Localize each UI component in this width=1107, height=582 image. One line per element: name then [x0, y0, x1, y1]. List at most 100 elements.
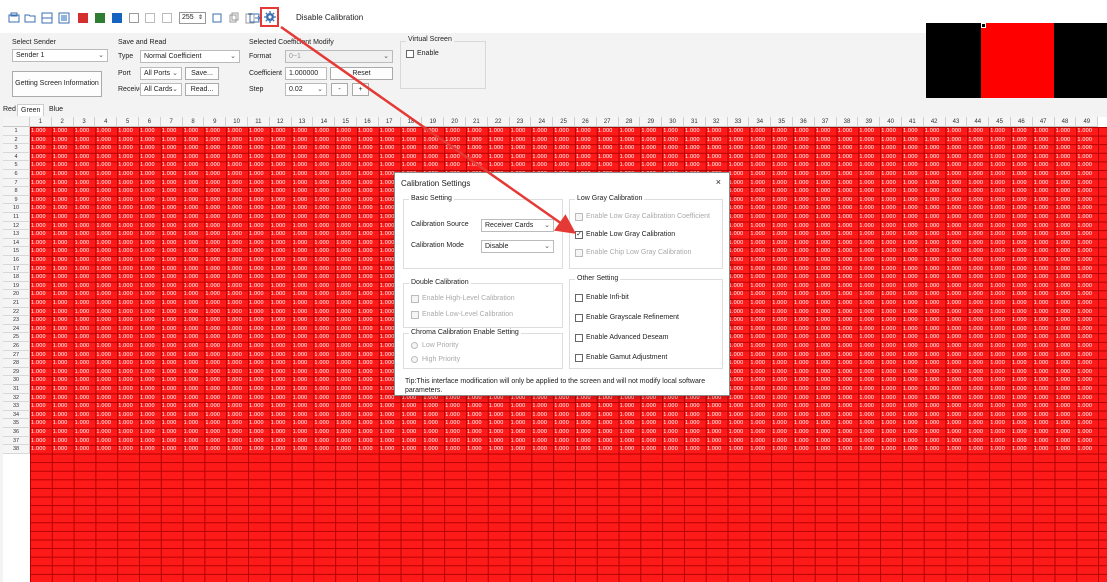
grid-cell[interactable]: 1.000 — [96, 385, 111, 394]
row-header[interactable]: 33 — [3, 402, 30, 411]
grid-cell[interactable]: 1.000 — [947, 342, 962, 351]
grid-cell[interactable]: 1.000 — [336, 437, 351, 446]
grid-cell[interactable]: 1.000 — [903, 359, 918, 368]
grid-cell[interactable]: 1.000 — [772, 239, 787, 248]
grid-cell[interactable]: 1.000 — [358, 187, 373, 196]
grid-cell[interactable]: 1.000 — [271, 239, 286, 248]
grid-cell[interactable]: 1.000 — [729, 222, 744, 231]
grid-cell[interactable]: 1.000 — [1012, 239, 1027, 248]
grid-cell[interactable]: 1.000 — [380, 222, 395, 231]
grid-cell[interactable]: 1.000 — [162, 428, 177, 437]
grid-cell[interactable]: 1.000 — [990, 136, 1005, 145]
grid-cell[interactable]: 1.000 — [1077, 437, 1092, 446]
grid-cell[interactable]: 1.000 — [968, 308, 983, 317]
grid-cell[interactable]: 1.000 — [729, 308, 744, 317]
grid-cell[interactable]: 1.000 — [1056, 273, 1071, 282]
grid-cell[interactable]: 1.000 — [380, 144, 395, 153]
grid-cell[interactable]: 1.000 — [140, 445, 155, 454]
grid-cell[interactable]: 1.000 — [336, 153, 351, 162]
grid-cell[interactable]: 1.000 — [641, 411, 656, 420]
grid-cell[interactable]: 1.000 — [140, 402, 155, 411]
grid-cell[interactable]: 1.000 — [1056, 385, 1071, 394]
grid-cell[interactable]: 1.000 — [1056, 153, 1071, 162]
grid-cell[interactable]: 1.000 — [336, 222, 351, 231]
high-priority-radio[interactable] — [411, 356, 418, 363]
column-header[interactable]: 37 — [814, 117, 837, 127]
grid-cell[interactable]: 1.000 — [314, 170, 329, 179]
column-header[interactable]: 2 — [51, 117, 74, 127]
grid-cell[interactable]: 1.000 — [314, 316, 329, 325]
grid-cell[interactable]: 1.000 — [729, 144, 744, 153]
grid-cell[interactable]: 1.000 — [859, 316, 874, 325]
grid-cell[interactable]: 1.000 — [859, 342, 874, 351]
row-header[interactable]: 9 — [3, 195, 30, 205]
white-swatch[interactable] — [129, 13, 139, 23]
grid-cell[interactable]: 1.000 — [53, 265, 68, 274]
grid-cell[interactable]: 1.000 — [140, 333, 155, 342]
grid-cell[interactable]: 1.000 — [31, 325, 46, 334]
grid-cell[interactable]: 1.000 — [314, 411, 329, 420]
grid-cell[interactable]: 1.000 — [358, 299, 373, 308]
grid-cell[interactable]: 1.000 — [750, 394, 765, 403]
grid-cell[interactable]: 1.000 — [729, 196, 744, 205]
grid-cell[interactable]: 1.000 — [184, 196, 199, 205]
grid-cell[interactable]: 1.000 — [838, 368, 853, 377]
grid-cell[interactable]: 1.000 — [293, 127, 308, 136]
grid-cell[interactable]: 1.000 — [293, 170, 308, 179]
grid-cell[interactable]: 1.000 — [925, 325, 940, 334]
grid-cell[interactable]: 1.000 — [118, 170, 133, 179]
grid-cell[interactable]: 1.000 — [75, 299, 90, 308]
grid-cell[interactable]: 1.000 — [1056, 325, 1071, 334]
grid-cell[interactable]: 1.000 — [620, 153, 635, 162]
grid-cell[interactable]: 1.000 — [293, 308, 308, 317]
grid-cell[interactable]: 1.000 — [903, 196, 918, 205]
grid-cell[interactable]: 1.000 — [205, 282, 220, 291]
column-header[interactable]: 18 — [400, 117, 423, 127]
grid-cell[interactable]: 1.000 — [118, 204, 133, 213]
grid-cell[interactable]: 1.000 — [729, 411, 744, 420]
grid-cell[interactable]: 1.000 — [1034, 325, 1049, 334]
grid-cell[interactable]: 1.000 — [903, 239, 918, 248]
grid-cell[interactable]: 1.000 — [620, 411, 635, 420]
grid-cell[interactable]: 1.000 — [53, 179, 68, 188]
grid-cell[interactable]: 1.000 — [859, 204, 874, 213]
grid-cell[interactable]: 1.000 — [380, 445, 395, 454]
calibration-mode-select[interactable]: Disable ⌄ — [481, 240, 554, 253]
grid-cell[interactable]: 1.000 — [1056, 333, 1071, 342]
grid-cell[interactable]: 1.000 — [249, 196, 264, 205]
grid-cell[interactable]: 1.000 — [532, 419, 547, 428]
red-swatch[interactable] — [78, 13, 88, 23]
column-header[interactable]: 24 — [531, 117, 554, 127]
grid-cell[interactable]: 1.000 — [96, 299, 111, 308]
grid-cell[interactable]: 1.000 — [1077, 256, 1092, 265]
grid-cell[interactable]: 1.000 — [31, 222, 46, 231]
grid-cell[interactable]: 1.000 — [31, 144, 46, 153]
grid-cell[interactable]: 1.000 — [1012, 187, 1027, 196]
grid-cell[interactable]: 1.000 — [162, 325, 177, 334]
grid-cell[interactable]: 1.000 — [598, 411, 613, 420]
grid-cell[interactable]: 1.000 — [293, 256, 308, 265]
grid-cell[interactable]: 1.000 — [925, 437, 940, 446]
grid-cell[interactable]: 1.000 — [249, 342, 264, 351]
row-header[interactable]: 22 — [3, 307, 30, 317]
grid-cell[interactable]: 1.000 — [1077, 290, 1092, 299]
grid-cell[interactable]: 1.000 — [358, 359, 373, 368]
grid-cell[interactable]: 1.000 — [118, 299, 133, 308]
grid-cell[interactable]: 1.000 — [750, 222, 765, 231]
grid-cell[interactable]: 1.000 — [838, 153, 853, 162]
grid-cell[interactable]: 1.000 — [816, 428, 831, 437]
grid-cell[interactable]: 1.000 — [96, 282, 111, 291]
grid-cell[interactable]: 1.000 — [140, 437, 155, 446]
grid-cell[interactable]: 1.000 — [118, 445, 133, 454]
grid-cell[interactable]: 1.000 — [1056, 170, 1071, 179]
grid-cell[interactable]: 1.000 — [859, 187, 874, 196]
grid-cell[interactable]: 1.000 — [1056, 230, 1071, 239]
grid-cell[interactable]: 1.000 — [947, 144, 962, 153]
grid-cell[interactable]: 1.000 — [1077, 325, 1092, 334]
grid-cell[interactable]: 1.000 — [140, 368, 155, 377]
grid-cell[interactable]: 1.000 — [859, 437, 874, 446]
grid-cell[interactable]: 1.000 — [380, 153, 395, 162]
grid-cell[interactable]: 1.000 — [227, 325, 242, 334]
grid-cell[interactable]: 1.000 — [1077, 333, 1092, 342]
grid-cell[interactable]: 1.000 — [314, 179, 329, 188]
